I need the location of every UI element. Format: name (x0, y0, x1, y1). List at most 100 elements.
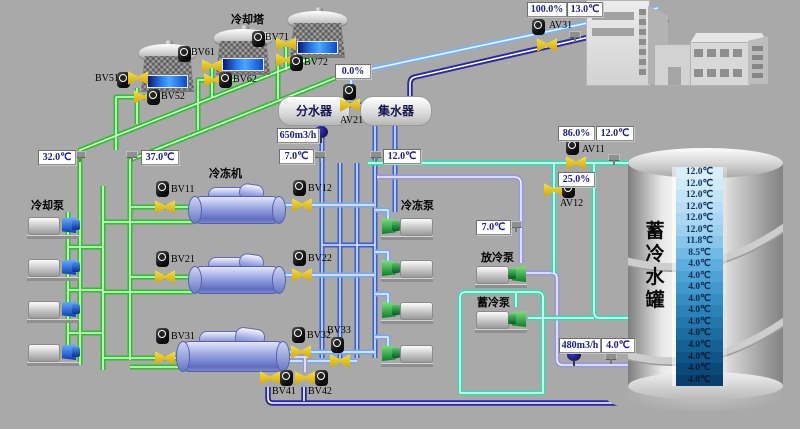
chilled-pump-3[interactable] (380, 298, 434, 324)
window-column (752, 46, 763, 78)
chiller-shell (192, 196, 282, 224)
bv11-sensor[interactable] (156, 181, 169, 197)
readout-temp-7b: 7.0℃ (476, 220, 511, 235)
bv32-sensor[interactable] (292, 327, 305, 343)
collector-tank[interactable]: 集水器 (360, 96, 432, 126)
readout-av21-percent: 0.0% (335, 64, 371, 79)
cooling-pump-4[interactable] (26, 340, 80, 366)
building-annex (654, 44, 692, 86)
valve-tag-bv31: BV31 (171, 331, 195, 342)
bv42-sensor[interactable] (315, 370, 328, 386)
label-cooling-pump: 冷却泵 (31, 197, 64, 213)
valve-tag-av11: AV11 (582, 144, 605, 155)
av31-valve[interactable] (537, 38, 557, 52)
chiller-shell (180, 341, 286, 372)
readout-temp-12a: 12.0℃ (383, 149, 421, 164)
building-two (690, 42, 750, 86)
readout-flow-650: 650m3/h (277, 128, 319, 143)
building-window-slat (592, 28, 634, 36)
bv33-sensor[interactable] (331, 337, 344, 353)
bv21-sensor[interactable] (156, 251, 169, 267)
label-chilled-pump: 冷冻泵 (401, 197, 434, 213)
cooling-pump-1[interactable] (26, 213, 80, 239)
chiller-cap (176, 341, 190, 372)
bv11-valve[interactable] (155, 200, 175, 214)
window-row (694, 49, 744, 57)
chilled-pump-1[interactable] (380, 214, 434, 240)
chilled-pump-4[interactable] (380, 341, 434, 367)
tank-temp-row: 12.0℃ (676, 202, 723, 214)
tower-water (147, 75, 187, 88)
valve-tag-av21: AV21 (340, 115, 363, 126)
chiller-3[interactable] (180, 328, 286, 374)
chiller-shell (192, 266, 282, 294)
chilled-pump-2[interactable] (380, 256, 434, 282)
valve-tag-bv12: BV12 (308, 183, 332, 194)
bv32-valve[interactable] (291, 345, 311, 359)
readout-temp-12b: 12.0℃ (596, 126, 634, 141)
valve-tag-bv21: BV21 (171, 254, 195, 265)
bv31-valve[interactable] (155, 351, 175, 365)
tank-temp-row: 4.0℃ (676, 317, 723, 329)
tower-water (297, 41, 339, 54)
building-window-strip (639, 9, 646, 75)
discharge-pump[interactable] (474, 262, 528, 288)
bv31-sensor[interactable] (156, 328, 169, 344)
bv22-valve[interactable] (292, 268, 312, 282)
valve-tag-bv33: BV33 (327, 325, 351, 336)
bv21-valve[interactable] (155, 270, 175, 284)
bv42-valve[interactable] (295, 371, 315, 385)
tank-temp-row: 12.0℃ (676, 167, 723, 179)
bv12-sensor[interactable] (293, 180, 306, 196)
temp-sensor (126, 151, 138, 158)
readout-return-temp-37: 37.0℃ (141, 150, 179, 165)
tank-temp-row: 4.0℃ (676, 352, 723, 364)
readout-flow-480: 480m3/h (559, 338, 601, 353)
label-storage-pump: 蓄冷泵 (477, 294, 510, 310)
cooling-tower-3[interactable] (290, 11, 345, 58)
valve-tag-bv61: BV61 (191, 47, 215, 58)
tank-temperature-column: 12.0℃ 12.0℃ 12.0℃ 12.0℃ 12.0℃ 12.0℃ 11.8… (672, 167, 727, 386)
tank-temp-row: 4.0℃ (676, 259, 723, 271)
bv72-sensor[interactable] (290, 55, 303, 71)
scada-ice-storage-screen: 12.0℃ 12.0℃ 12.0℃ 12.0℃ 12.0℃ 12.0℃ 11.8… (0, 0, 800, 429)
av11-valve[interactable] (566, 156, 586, 170)
bv71-sensor[interactable] (252, 31, 265, 47)
bv41-sensor[interactable] (280, 370, 293, 386)
valve-tag-av12: AV12 (560, 198, 583, 209)
valve-tag-bv22: BV22 (308, 253, 332, 264)
bv52-sensor[interactable] (147, 89, 160, 105)
label-discharge-pump: 放冷泵 (481, 249, 514, 265)
bv33-valve[interactable] (330, 354, 350, 368)
temp-sensor (314, 151, 326, 158)
bv51-valve[interactable] (128, 71, 148, 85)
cooling-pump-2[interactable] (26, 255, 80, 281)
valve-tag-bv72: BV72 (304, 57, 328, 68)
storage-pump[interactable] (474, 307, 528, 333)
chiller-cap (188, 196, 202, 224)
tank-temp-row: 12.0℃ (676, 190, 723, 202)
bv12-valve[interactable] (292, 198, 312, 212)
readout-av11-percent: 86.0% (558, 126, 595, 141)
av21-sensor[interactable] (343, 84, 356, 100)
tank-temp-row: 8.5℃ (676, 248, 723, 260)
av21-valve[interactable] (340, 98, 360, 112)
bv22-sensor[interactable] (293, 250, 306, 266)
readout-av12-percent: 25.0% (558, 172, 595, 187)
storage-tank[interactable]: 12.0℃ 12.0℃ 12.0℃ 12.0℃ 12.0℃ 12.0℃ 11.8… (628, 148, 783, 398)
bv61-sensor[interactable] (178, 46, 191, 62)
av11-sensor[interactable] (566, 139, 579, 155)
temp-sensor (370, 151, 382, 158)
valve-tag-bv41: BV41 (272, 386, 296, 397)
bv61-valve[interactable] (202, 59, 222, 73)
storage-tank-label: 蓄冷水罐 (644, 220, 666, 312)
cooling-pump-3[interactable] (26, 297, 80, 323)
chiller-1[interactable] (192, 184, 282, 226)
chiller-2[interactable] (192, 254, 282, 296)
av31-sensor[interactable] (532, 19, 545, 35)
temp-sensor (510, 221, 522, 228)
tank-temp-row: 11.8℃ (676, 236, 723, 248)
tank-temp-row: 4.0℃ (676, 340, 723, 352)
bv62-sensor[interactable] (219, 72, 232, 88)
valve-tag-bv62: BV62 (233, 74, 257, 85)
